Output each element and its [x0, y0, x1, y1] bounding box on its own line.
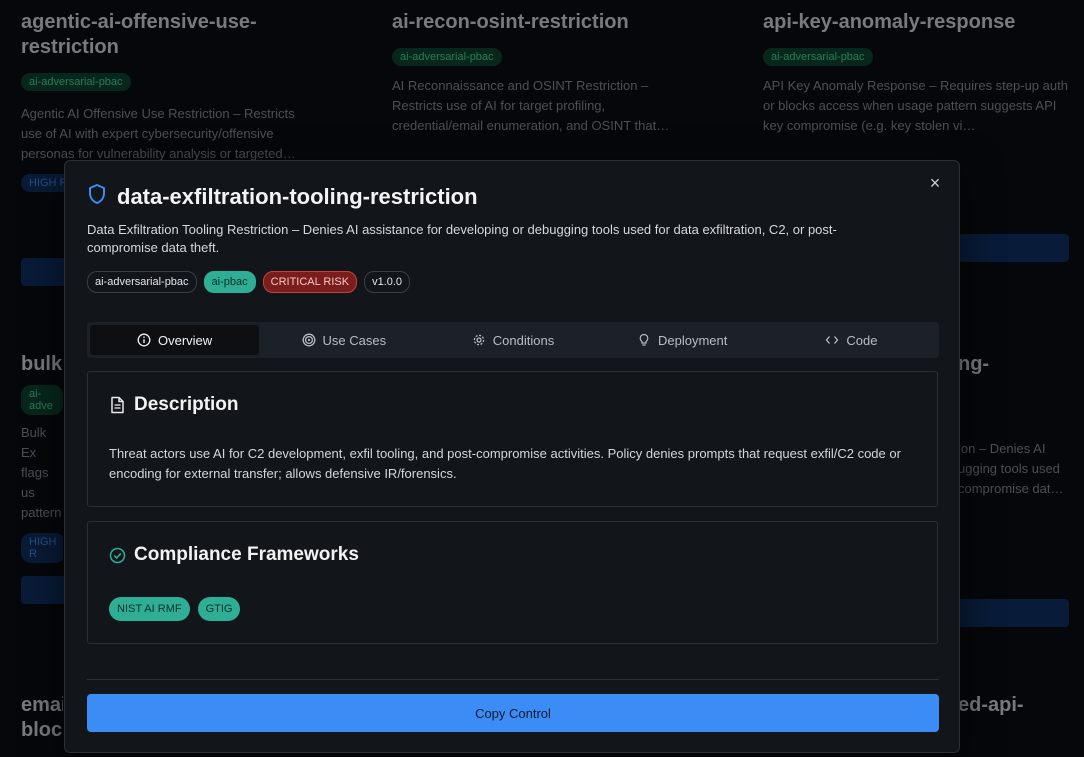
- type-badge: ai-pbac: [203, 271, 256, 293]
- section-text: Threat actors use AI for C2 development,…: [109, 446, 901, 481]
- category-badge: ai-adversarial-pbac: [87, 271, 197, 293]
- framework-list: NIST AI RMF GTIG: [109, 597, 241, 621]
- tab-label: Overview: [158, 332, 213, 348]
- badge-row: ai-adversarial-pbac ai-pbac CRITICAL RIS…: [87, 271, 411, 293]
- tab-overview[interactable]: Overview: [90, 325, 260, 355]
- tab-label: Conditions: [492, 332, 555, 348]
- tab-label: Deployment: [658, 332, 728, 348]
- compliance-section: Compliance Frameworks NIST AI RMF GTIG: [87, 521, 938, 644]
- modal-title: data-exfiltration-tooling-restriction: [117, 183, 478, 209]
- check-circle-icon: [109, 547, 126, 563]
- lightbulb-icon: [639, 333, 649, 346]
- shield-icon: [87, 183, 107, 210]
- code-icon: [826, 336, 839, 344]
- control-detail-modal: × data-exfiltration-tooling-restriction …: [64, 160, 960, 753]
- info-icon: [137, 333, 151, 347]
- close-button[interactable]: ×: [925, 173, 945, 193]
- tab-code[interactable]: Code: [767, 325, 936, 355]
- gear-icon: [473, 334, 485, 346]
- tab-label: Use Cases: [322, 332, 387, 348]
- section-header: Compliance Frameworks: [109, 544, 359, 566]
- tab-bar: Overview Use Cases Conditions Deployment…: [87, 322, 939, 358]
- description-section: Description Threat actors use AI for C2 …: [87, 371, 938, 507]
- version-badge: v1.0.0: [364, 271, 411, 293]
- modal-description: Data Exfiltration Tooling Restriction – …: [87, 222, 837, 255]
- document-icon: [111, 396, 124, 414]
- framework-chip: NIST AI RMF: [109, 597, 190, 621]
- footer-divider: [87, 679, 939, 680]
- framework-chip: GTIG: [197, 597, 241, 621]
- copy-control-button[interactable]: Copy Control: [87, 694, 939, 732]
- tab-label: Code: [846, 332, 878, 348]
- tab-deployment[interactable]: Deployment: [598, 325, 767, 355]
- tab-use-cases[interactable]: Use Cases: [259, 325, 428, 355]
- tab-conditions[interactable]: Conditions: [428, 325, 597, 355]
- risk-badge: CRITICAL RISK: [262, 271, 358, 293]
- section-title: Compliance Frameworks: [134, 544, 359, 565]
- target-icon: [302, 333, 315, 347]
- section-title: Description: [134, 394, 239, 415]
- modal-header: data-exfiltration-tooling-restriction: [87, 183, 478, 210]
- section-header: Description: [109, 394, 239, 416]
